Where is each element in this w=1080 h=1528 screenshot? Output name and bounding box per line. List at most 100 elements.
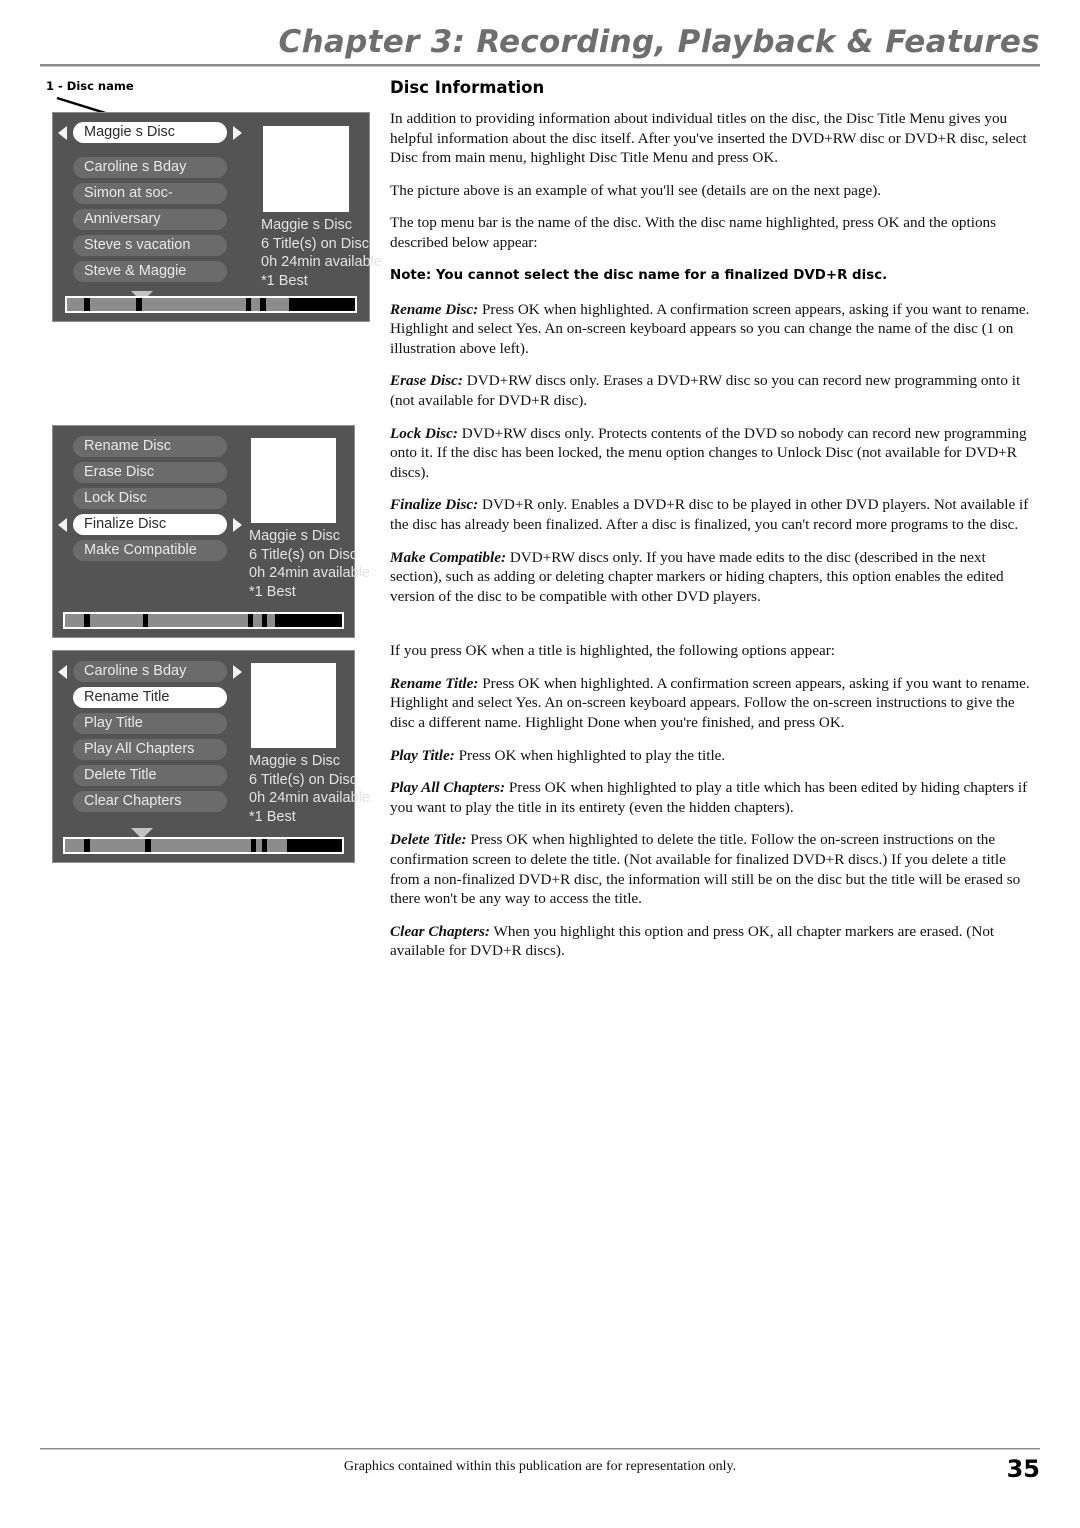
info-record-mode: *1 Best <box>249 583 296 600</box>
thumbnail-preview <box>251 438 336 523</box>
option-body: Press OK when highlighted. A confirmatio… <box>390 674 1030 732</box>
usage-segment <box>67 298 85 311</box>
usage-segment <box>267 839 287 852</box>
document-page: Chapter 3: Recording, Playback & Feature… <box>0 0 1080 1528</box>
disc-usage-bar <box>63 837 344 854</box>
option-paragraph: Lock Disc: DVD+RW discs only. Protects c… <box>390 424 1035 483</box>
note-text: Note: You cannot select the disc name fo… <box>390 267 888 283</box>
main-text-column: Disc Information In addition to providin… <box>390 78 1035 974</box>
list-item-label: Caroline s Bday <box>84 159 187 175</box>
intro-paragraph: In addition to providing information abo… <box>390 110 1027 167</box>
menu-item-rename-title[interactable]: Rename Title <box>73 687 227 708</box>
info-disc-name: Maggie s Disc <box>249 528 341 544</box>
info-record-mode: *1 Best <box>249 808 296 825</box>
list-item-label: Anniversary <box>84 211 161 227</box>
callout-label: 1 - Disc name <box>46 79 134 93</box>
menu-item-label: Delete Title <box>84 767 157 783</box>
list-item-label: Simon at soc- <box>84 185 173 201</box>
list-item[interactable]: Caroline s Bday <box>73 157 227 178</box>
usage-segment <box>148 614 248 627</box>
option-lead: Finalize Disc: <box>390 496 479 514</box>
menu-item-finalize-disc[interactable]: Finalize Disc <box>58 514 242 535</box>
option-lead: Rename Title: <box>390 674 479 692</box>
menu-item-delete-title[interactable]: Delete Title <box>73 765 227 786</box>
thumbnail-preview <box>251 663 336 748</box>
list-item-label: Steve & Maggie <box>84 263 187 279</box>
left-arrow-icon <box>58 125 67 140</box>
option-paragraph: Finalize Disc: DVD+R only. Enables a DVD… <box>390 495 1035 534</box>
info-time-available: 0h 24min available <box>261 254 382 270</box>
menu-item-label: Erase Disc <box>84 464 155 480</box>
info-time-available: 0h 24min available <box>249 790 370 806</box>
usage-gap <box>288 298 355 311</box>
menu-item-make-compatible[interactable]: Make Compatible <box>73 540 227 561</box>
option-paragraph: Erase Disc: DVD+RW discs only. Erases a … <box>390 371 1035 410</box>
title-intro-paragraph: If you press OK when a title is highligh… <box>390 642 835 660</box>
list-item[interactable]: Simon at soc- <box>73 183 227 204</box>
right-arrow-icon <box>233 664 242 679</box>
tv-screenshot-disc-title-menu: Maggie s Disc Caroline s Bday Simon at s… <box>52 112 382 322</box>
section-title: Disc Information <box>390 78 545 97</box>
option-paragraph: Play All Chapters: Press OK when highlig… <box>390 778 1035 817</box>
info-time-available: 0h 24min available <box>249 565 370 581</box>
menu-item-label: Rename Title <box>84 689 170 705</box>
info-disc-name: Maggie s Disc <box>249 753 341 769</box>
option-paragraph: Rename Disc: Press OK when highlighted. … <box>390 300 1035 359</box>
menu-item-label: Caroline s Bday <box>84 663 187 679</box>
menu-item-lock-disc[interactable]: Lock Disc <box>73 488 227 509</box>
option-body: DVD+RW discs only. Protects contents of … <box>390 424 1027 481</box>
menu-item-label: Clear Chapters <box>84 793 182 809</box>
chapter-header: Chapter 3: Recording, Playback & Feature… <box>40 24 1040 67</box>
menu-item-disc-name[interactable]: Maggie s Disc <box>58 122 242 143</box>
usage-gap <box>275 614 342 627</box>
option-body: DVD+R only. Enables a DVD+R disc to be p… <box>390 496 1029 533</box>
menu-item-clear-chapters[interactable]: Clear Chapters <box>73 791 227 812</box>
menu-item-label: Maggie s Disc <box>84 124 176 140</box>
option-body: DVD+RW discs only. Erases a DVD+RW disc … <box>390 372 1021 409</box>
menu-item-title-name[interactable]: Caroline s Bday <box>58 661 242 682</box>
tv-screenshot-disc-options-menu: Rename Disc Erase Disc Lock Disc Finaliz… <box>52 425 370 638</box>
usage-segment <box>65 839 85 852</box>
usage-segment <box>253 614 262 627</box>
menu-item-label: Rename Disc <box>84 438 172 454</box>
menu-item-erase-disc[interactable]: Erase Disc <box>73 462 227 483</box>
menu-item-label: Finalize Disc <box>84 516 167 532</box>
option-paragraph: Play Title: Press OK when highlighted to… <box>390 746 1035 766</box>
info-record-mode: *1 Best <box>261 272 308 289</box>
option-lead: Play Title: <box>390 746 455 764</box>
menu-column: Rename Disc Erase Disc Lock Disc Finaliz… <box>58 436 242 566</box>
menu-item-rename-disc[interactable]: Rename Disc <box>73 436 227 457</box>
option-lead: Delete Title: <box>390 831 467 849</box>
usage-segment <box>89 839 146 852</box>
menu-item-play-title[interactable]: Play Title <box>73 713 227 734</box>
usage-segment <box>251 298 260 311</box>
disc-info-panel: Maggie s Disc 6 Title(s) on Disc 0h 24mi… <box>249 752 370 826</box>
footer-note: Graphics contained within this publicati… <box>343 1459 737 1474</box>
option-paragraph: Rename Title: Press OK when highlighted.… <box>390 674 1035 733</box>
tv-screenshot-title-options-menu: Caroline s Bday Rename Title Play Title … <box>52 650 370 863</box>
list-item[interactable]: Anniversary <box>73 209 227 230</box>
option-lead: Clear Chapters: <box>390 922 490 940</box>
menu-item-label: Lock Disc <box>84 490 147 506</box>
disc-usage-bar <box>63 612 344 629</box>
page-footer: Graphics contained within this publicati… <box>40 1448 1040 1487</box>
left-arrow-icon <box>58 517 67 532</box>
info-titles-count: 6 Title(s) on Disc <box>249 546 357 563</box>
option-body: Press OK when highlighted to play the ti… <box>454 746 726 764</box>
footer-divider <box>40 1448 1040 1450</box>
usage-segment <box>265 298 289 311</box>
list-item[interactable]: Steve & Maggie <box>73 261 227 282</box>
thumbnail-preview <box>263 126 349 212</box>
usage-segment <box>89 614 143 627</box>
usage-gap <box>286 839 342 852</box>
option-lead: Erase Disc: <box>390 372 463 390</box>
info-titles-count: 6 Title(s) on Disc <box>249 771 357 788</box>
disc-usage-bar <box>65 296 357 313</box>
info-disc-name: Maggie s Disc <box>261 217 353 233</box>
menu-column: Caroline s Bday Rename Title Play Title … <box>58 661 242 817</box>
usage-segment <box>150 839 251 852</box>
usage-segment <box>90 298 137 311</box>
option-lead: Play All Chapters: <box>390 779 506 797</box>
menu-item-play-all-chapters[interactable]: Play All Chapters <box>73 739 227 760</box>
list-item[interactable]: Steve s vacation <box>73 235 227 256</box>
